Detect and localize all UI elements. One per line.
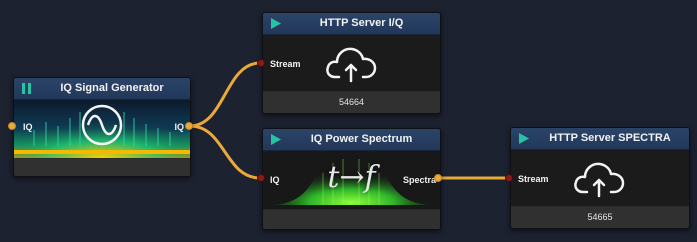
node-preview — [14, 100, 190, 158]
node-iq-power-spectrum[interactable]: IQ Power Spectrum t→f IQ Spectra — [262, 128, 441, 230]
cloud-upload-icon — [325, 45, 379, 88]
node-title: IQ Power Spectrum — [310, 133, 413, 145]
input-port-label: Stream — [270, 59, 301, 69]
server-spectra-input-port[interactable] — [505, 174, 513, 182]
server-iq-input-port[interactable] — [257, 59, 265, 67]
node-footer — [14, 159, 190, 176]
pause-icon[interactable] — [20, 82, 34, 95]
node-http-server-spectra[interactable]: HTTP Server SPECTRA 54665 Stream — [510, 127, 690, 229]
wire-generator-to-server-iq — [189, 61, 261, 128]
input-port-label: IQ — [23, 122, 33, 132]
play-icon[interactable] — [269, 133, 283, 146]
play-icon[interactable] — [269, 17, 283, 30]
sine-wave-icon — [80, 103, 124, 152]
node-title: HTTP Server SPECTRA — [549, 132, 671, 144]
port-number: 54664 — [263, 92, 440, 113]
spectrum-input-port[interactable] — [257, 174, 265, 182]
generator-output-port[interactable] — [185, 122, 193, 130]
output-port-label: Spectra — [402, 175, 436, 185]
generator-input-port[interactable] — [8, 122, 16, 130]
wire-generator-to-spectrum — [189, 124, 261, 180]
node-title: HTTP Server I/Q — [319, 17, 404, 29]
input-port-label: Stream — [518, 174, 549, 184]
cloud-upload-icon — [573, 160, 627, 203]
spectrum-output-port[interactable] — [434, 174, 442, 182]
flow-canvas[interactable]: IQ Signal Generator IQ IQ HTTP Server I/… — [0, 0, 697, 242]
node-iq-signal-generator[interactable]: IQ Signal Generator IQ IQ — [13, 77, 191, 177]
node-title: IQ Signal Generator — [60, 82, 164, 94]
node-footer — [263, 210, 440, 229]
input-port-label: IQ — [270, 175, 280, 185]
port-number: 54665 — [511, 207, 689, 228]
output-port-label: IQ — [174, 122, 184, 132]
play-icon[interactable] — [517, 132, 531, 145]
node-http-server-iq[interactable]: HTTP Server I/Q 54664 Stream — [262, 12, 441, 114]
